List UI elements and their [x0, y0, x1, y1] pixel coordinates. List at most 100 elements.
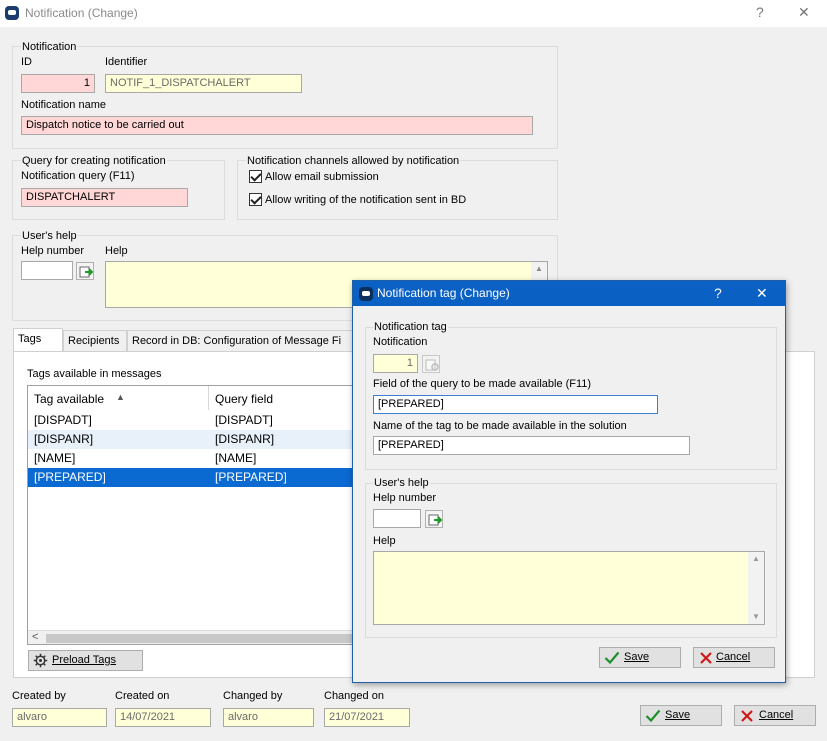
- dialog-tag-group-title: Notification tag: [373, 321, 448, 333]
- field-cell: [DISPADT]: [215, 413, 273, 427]
- dialog-query-field-input[interactable]: [PREPARED]: [373, 395, 658, 414]
- tag-cell: [PREPARED]: [34, 470, 106, 484]
- notification-query-label: Notification query (F11): [21, 170, 135, 182]
- dialog-notification-lookup[interactable]: [422, 355, 440, 373]
- lookup-arrow-icon: [428, 514, 442, 526]
- tag-cell: [DISPANR]: [34, 432, 94, 446]
- changed-on-field[interactable]: 21/07/2021: [324, 708, 410, 727]
- scroll-up-icon[interactable]: ▲: [535, 264, 543, 273]
- tab-recipients[interactable]: Recipients: [63, 330, 127, 352]
- window-title-bar: Notification (Change) ? ✕: [0, 0, 827, 27]
- lookup-gear-icon: [425, 359, 439, 371]
- channels-group-title: Notification channels allowed by notific…: [246, 155, 461, 167]
- help-lookup-button[interactable]: [76, 262, 94, 280]
- tags-grid: Tag available ▲ Query field [DISPADT] [D…: [27, 385, 357, 645]
- scroll-left-icon[interactable]: <: [32, 631, 38, 643]
- field-cell: [PREPARED]: [215, 470, 287, 484]
- notification-tag-dialog: Notification tag (Change) ? ✕ Notificati…: [352, 280, 786, 683]
- identifier-field[interactable]: NOTIF_1_DISPATCHALERT: [105, 74, 302, 93]
- tab-tags[interactable]: Tags: [13, 328, 63, 352]
- scroll-up-icon[interactable]: ▲: [752, 554, 760, 563]
- dialog-notification-label: Notification: [373, 336, 428, 348]
- created-by-label: Created by: [12, 690, 66, 702]
- cancel-button[interactable]: Cancel: [734, 705, 816, 726]
- dialog-title-bar: Notification tag (Change) ? ✕: [353, 281, 785, 306]
- column-header-tag[interactable]: Tag available: [34, 392, 104, 406]
- tag-cell: [NAME]: [34, 451, 76, 465]
- email-checkbox-label[interactable]: Allow email submission: [265, 171, 379, 183]
- help-number-field[interactable]: [21, 261, 73, 280]
- help-label: Help: [105, 245, 128, 257]
- app-icon: [5, 6, 19, 20]
- dialog-help-number-label: Help number: [373, 492, 436, 504]
- table-row[interactable]: [DISPADT] [DISPADT]: [28, 411, 356, 430]
- dialog-help-label: Help: [373, 535, 396, 547]
- notification-query-field[interactable]: DISPATCHALERT: [21, 188, 188, 207]
- dialog-tag-name-label: Name of the tag to be made available in …: [373, 420, 627, 432]
- tag-cell: [DISPADT]: [34, 413, 92, 427]
- dialog-help-text-area[interactable]: [373, 551, 765, 625]
- table-row[interactable]: [NAME] [NAME]: [28, 449, 356, 468]
- email-checkbox[interactable]: [249, 170, 262, 183]
- dialog-cancel-label: Cancel: [716, 651, 751, 663]
- dialog-help-scrollbar[interactable]: ▲ ▼: [748, 552, 764, 624]
- dialog-help-button[interactable]: ?: [714, 285, 722, 301]
- horizontal-scrollbar[interactable]: <: [28, 630, 356, 644]
- changed-by-label: Changed by: [223, 690, 283, 702]
- window-title: Notification (Change): [25, 6, 138, 20]
- bd-checkbox-label[interactable]: Allow writing of the notification sent i…: [265, 194, 466, 206]
- dialog-help-number-field[interactable]: [373, 509, 421, 528]
- save-label: Save: [665, 709, 691, 721]
- id-label: ID: [21, 56, 32, 68]
- cross-icon: [741, 710, 753, 722]
- notification-group-title: Notification: [21, 41, 78, 53]
- tab-record-in-db[interactable]: Record in DB: Configuration of Message F…: [127, 330, 367, 352]
- table-row-selected[interactable]: [PREPARED] [PREPARED]: [28, 468, 356, 487]
- save-button[interactable]: Save: [640, 705, 722, 726]
- changed-by-field[interactable]: alvaro: [223, 708, 314, 727]
- dialog-app-icon: [359, 287, 373, 301]
- notification-name-field[interactable]: Dispatch notice to be carried out: [21, 116, 533, 135]
- notification-name-label: Notification name: [21, 99, 106, 111]
- dialog-query-field-label: Field of the query to be made available …: [373, 378, 592, 390]
- bd-checkbox[interactable]: [249, 193, 262, 206]
- changed-on-label: Changed on: [324, 690, 384, 702]
- column-header-field[interactable]: Query field: [215, 392, 273, 406]
- channels-group: [237, 160, 558, 220]
- column-divider: [208, 386, 209, 410]
- help-button[interactable]: ?: [756, 4, 764, 20]
- query-group-title: Query for creating notification: [21, 155, 167, 167]
- users-help-group-title: User's help: [21, 230, 78, 242]
- created-on-field[interactable]: 14/07/2021: [115, 708, 211, 727]
- checkmark-icon: [645, 709, 661, 723]
- scroll-down-icon[interactable]: ▼: [752, 612, 760, 621]
- dialog-tag-name-input[interactable]: [PREPARED]: [373, 436, 690, 455]
- dialog-save-button[interactable]: Save: [599, 647, 681, 668]
- field-cell: [DISPANR]: [215, 432, 275, 446]
- cross-icon: [700, 652, 712, 664]
- table-row[interactable]: [DISPANR] [DISPANR]: [28, 430, 356, 449]
- created-on-label: Created on: [115, 690, 170, 702]
- sort-ascending-icon: ▲: [116, 392, 125, 402]
- dialog-title: Notification tag (Change): [377, 286, 510, 300]
- field-cell: [NAME]: [215, 451, 257, 465]
- dialog-cancel-button[interactable]: Cancel: [693, 647, 775, 668]
- close-button[interactable]: ✕: [798, 4, 810, 21]
- scroll-thumb[interactable]: [46, 634, 356, 643]
- created-by-field[interactable]: alvaro: [12, 708, 107, 727]
- help-number-label: Help number: [21, 245, 84, 257]
- id-field[interactable]: 1: [21, 74, 95, 93]
- dialog-close-button[interactable]: ✕: [756, 285, 768, 302]
- tags-panel-title: Tags available in messages: [27, 368, 162, 380]
- identifier-label: Identifier: [105, 56, 148, 68]
- dialog-help-group-title: User's help: [373, 477, 430, 489]
- lookup-arrow-icon: [79, 266, 93, 278]
- dialog-save-label: Save: [624, 651, 650, 663]
- dialog-notification-field[interactable]: 1: [373, 354, 418, 373]
- gear-icon: [33, 653, 48, 668]
- cancel-label: Cancel: [759, 709, 794, 721]
- preload-tags-button[interactable]: Preload Tags: [28, 650, 143, 671]
- dialog-help-lookup-button[interactable]: [425, 510, 443, 528]
- checkmark-icon: [604, 651, 620, 665]
- preload-tags-label: Preload Tags: [52, 654, 117, 666]
